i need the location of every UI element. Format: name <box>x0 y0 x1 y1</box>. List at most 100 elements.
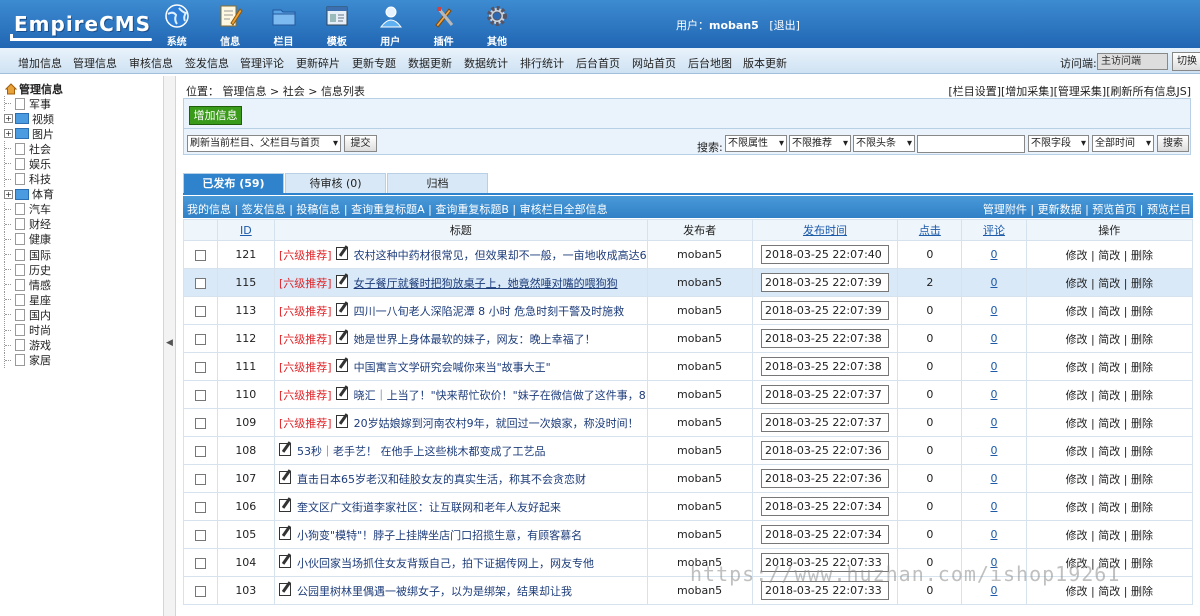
tab-archive[interactable]: 归档 <box>387 173 488 193</box>
row-title-link[interactable]: 农村这种中药材很常见，但效果却不一般，一亩地收成高达6 <box>354 249 647 262</box>
menu-item-8[interactable]: 数据统计 <box>464 55 508 71</box>
headline-filter[interactable]: 不限头条 <box>853 135 915 152</box>
expand-plus-icon[interactable]: + <box>4 129 13 139</box>
row-comments-link[interactable]: 0 <box>990 332 997 345</box>
row-comments-link[interactable]: 0 <box>990 472 997 485</box>
tab-pending[interactable]: 待审核 (0) <box>285 173 386 193</box>
submit-button[interactable]: 提交 <box>344 135 377 152</box>
row-title-link[interactable]: 中国寓言文学研究会喊你来当"故事大王" <box>354 361 551 374</box>
menu-item-6[interactable]: 更新专题 <box>352 55 396 71</box>
row-title-link[interactable]: 晓汇｜上当了！"快来帮忙砍价！"妹子在微信做了这件事，8 <box>354 389 646 402</box>
tree-node-17[interactable]: 家居 <box>4 352 51 368</box>
add-collect-link[interactable]: [增加采集] <box>1001 85 1054 98</box>
refresh-select[interactable]: 刷新当前栏目、父栏目与首页 <box>187 135 341 152</box>
row-checkbox[interactable] <box>194 473 206 485</box>
nav-item-5[interactable]: 插件 <box>417 0 470 48</box>
menu-item-7[interactable]: 数据更新 <box>408 55 452 71</box>
manage-collect-link[interactable]: [管理采集] <box>1054 85 1107 98</box>
menu-item-4[interactable]: 管理评论 <box>240 55 284 71</box>
menu-item-13[interactable]: 版本更新 <box>743 55 787 71</box>
nav-item-4[interactable]: 用户 <box>364 0 417 48</box>
tree-node-10[interactable]: 国际 <box>4 247 51 262</box>
menu-item-10[interactable]: 后台首页 <box>576 55 620 71</box>
tree-node-11[interactable]: 历史 <box>4 262 51 278</box>
row-time-field[interactable]: 2018-03-25 22:07:36 <box>760 469 889 488</box>
sub-links-right[interactable]: 管理附件 | 更新数据 | 预览首页 | 预览栏目 <box>983 201 1191 217</box>
row-operations[interactable]: 修改 | 简改 | 删除 <box>1066 333 1153 346</box>
nav-item-1[interactable]: 信息 <box>203 0 256 48</box>
id-sort-link[interactable]: ID <box>240 224 252 237</box>
row-comments-link[interactable]: 0 <box>990 444 997 457</box>
row-operations[interactable]: 修改 | 简改 | 删除 <box>1066 557 1153 570</box>
row-title-link[interactable]: 20岁姑娘嫁到河南农村9年，就回过一次娘家，称没时间！ <box>354 417 639 430</box>
row-title-link[interactable]: 直击日本65岁老汉和硅胶女友的真实生活，称其不会贪恋财 <box>297 473 586 486</box>
row-time-field[interactable]: 2018-03-25 22:07:36 <box>760 441 889 460</box>
refresh-js-link[interactable]: [刷新所有信息JS] <box>1106 85 1191 98</box>
row-comments-link[interactable]: 0 <box>990 584 997 597</box>
row-checkbox[interactable] <box>194 501 206 513</box>
row-operations[interactable]: 修改 | 简改 | 删除 <box>1066 585 1153 598</box>
menu-item-12[interactable]: 后台地图 <box>688 55 732 71</box>
tree-node-9[interactable]: 健康 <box>4 231 51 247</box>
row-comments-link[interactable]: 0 <box>990 500 997 513</box>
row-title-link[interactable]: 小伙回家当场抓住女友背叛自己，拍下证据传网上，网友专他 <box>297 557 594 570</box>
row-checkbox[interactable] <box>194 277 206 289</box>
tree-node-14[interactable]: 国内 <box>4 307 51 323</box>
tree-node-12[interactable]: 情感 <box>4 277 51 293</box>
column-settings-link[interactable]: [栏目设置] <box>948 85 1001 98</box>
breadcrumb-social[interactable]: 社会 <box>283 85 305 98</box>
tree-node-7[interactable]: 汽车 <box>4 201 51 217</box>
row-checkbox[interactable] <box>194 585 206 597</box>
tree-node-6[interactable]: + 体育 <box>4 187 54 202</box>
row-checkbox[interactable] <box>194 529 206 541</box>
row-comments-link[interactable]: 0 <box>990 528 997 541</box>
field-filter[interactable]: 不限字段 <box>1028 135 1089 152</box>
logout-link[interactable]: [退出] <box>769 19 800 32</box>
attribute-filter[interactable]: 不限属性 <box>725 135 787 152</box>
row-checkbox[interactable] <box>194 445 206 457</box>
row-time-field[interactable]: 2018-03-25 22:07:40 <box>760 245 889 264</box>
row-title-link[interactable]: 四川一八旬老人深陷泥潭 8 小时 危急时刻干警及时施救 <box>354 305 625 318</box>
nav-item-0[interactable]: 系统 <box>150 0 203 48</box>
menu-item-1[interactable]: 管理信息 <box>73 55 117 71</box>
row-time-field[interactable]: 2018-03-25 22:07:38 <box>760 357 889 376</box>
row-title-link[interactable]: 公园里树林里偶遇一被绑女子，以为是绑架，结果却让我 <box>297 585 572 598</box>
row-operations[interactable]: 修改 | 简改 | 删除 <box>1066 501 1153 514</box>
row-title-link[interactable]: 53秒｜老手艺！ 在他手上这些桃木都变成了工艺品 <box>297 445 546 458</box>
menu-item-0[interactable]: 增加信息 <box>18 55 62 71</box>
add-info-button[interactable]: 增加信息 <box>189 106 242 125</box>
tree-node-3[interactable]: 社会 <box>4 141 51 157</box>
row-time-field[interactable]: 2018-03-25 22:07:39 <box>760 273 889 292</box>
recommend-filter[interactable]: 不限推荐 <box>789 135 851 152</box>
row-operations[interactable]: 修改 | 简改 | 删除 <box>1066 277 1153 290</box>
row-time-field[interactable]: 2018-03-25 22:07:33 <box>760 553 889 572</box>
time-sort-link[interactable]: 发布时间 <box>803 224 847 237</box>
row-time-field[interactable]: 2018-03-25 22:07:37 <box>760 385 889 404</box>
tree-node-2[interactable]: + 图片 <box>4 126 54 141</box>
breadcrumb-manage[interactable]: 管理信息 <box>223 85 267 98</box>
row-operations[interactable]: 修改 | 简改 | 删除 <box>1066 389 1153 402</box>
tree-node-16[interactable]: 游戏 <box>4 337 51 353</box>
row-comments-link[interactable]: 0 <box>990 360 997 373</box>
nav-item-2[interactable]: 栏目 <box>257 0 310 48</box>
tree-node-4[interactable]: 娱乐 <box>4 156 51 172</box>
search-button[interactable]: 搜索 <box>1157 135 1189 152</box>
nav-item-3[interactable]: 模板 <box>310 0 363 48</box>
row-comments-link[interactable]: 0 <box>990 556 997 569</box>
tab-published[interactable]: 已发布 (59) <box>183 173 284 193</box>
row-title-link[interactable]: 奎文区广文街道李家社区：让互联网和老年人友好起来 <box>297 501 561 514</box>
row-checkbox[interactable] <box>194 333 206 345</box>
row-comments-link[interactable]: 0 <box>990 388 997 401</box>
menu-item-9[interactable]: 排行统计 <box>520 55 564 71</box>
clicks-sort-link[interactable]: 点击 <box>919 224 941 237</box>
menu-item-3[interactable]: 签发信息 <box>185 55 229 71</box>
row-time-field[interactable]: 2018-03-25 22:07:39 <box>760 301 889 320</box>
row-comments-link[interactable]: 0 <box>990 248 997 261</box>
row-operations[interactable]: 修改 | 简改 | 删除 <box>1066 529 1153 542</box>
row-time-field[interactable]: 2018-03-25 22:07:34 <box>760 525 889 544</box>
row-title-link[interactable]: 小狗变"模特"！脖子上挂牌坐店门口招揽生意，有顾客慕名 <box>297 529 582 542</box>
tree-node-5[interactable]: 科技 <box>4 171 51 187</box>
row-time-field[interactable]: 2018-03-25 22:07:38 <box>760 329 889 348</box>
sidebar-collapse-bar[interactable]: ◀ <box>164 76 176 616</box>
row-operations[interactable]: 修改 | 简改 | 删除 <box>1066 417 1153 430</box>
